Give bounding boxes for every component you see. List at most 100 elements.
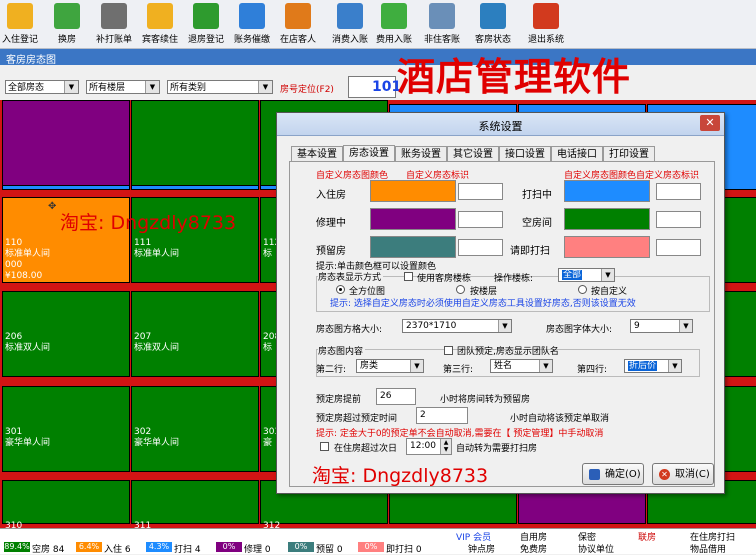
toolbar-button-label: 换房 bbox=[57, 35, 76, 45]
room-state-select[interactable]: 全部房态 ▼ bbox=[5, 80, 79, 94]
status-count: 修理 0 bbox=[244, 545, 271, 555]
room-tile[interactable]: 311 bbox=[131, 480, 259, 531]
full-view-radio[interactable] bbox=[336, 285, 345, 294]
font-size-select[interactable]: 9 ▼ bbox=[630, 319, 693, 333]
toolbar-button-2[interactable]: 补打账单 bbox=[92, 2, 136, 46]
by-custom-radio[interactable] bbox=[578, 285, 587, 294]
locate-label: 房号定位(F2) bbox=[280, 85, 334, 95]
category-select[interactable]: 所有类别 ▼ bbox=[167, 80, 273, 94]
checked-in-color-swatch[interactable] bbox=[370, 180, 456, 202]
status-percent: 0% bbox=[216, 542, 242, 552]
status-percent: 0% bbox=[358, 542, 384, 552]
cancel-label: 取消(C) bbox=[675, 469, 710, 480]
reserved-color-swatch[interactable] bbox=[370, 236, 456, 258]
by-floor-radio[interactable] bbox=[456, 285, 465, 294]
next-day-label: 在住房超过次日 bbox=[334, 444, 398, 454]
op-building-select[interactable]: 全部 ▼ bbox=[558, 268, 615, 282]
room-locate-input[interactable]: 101 bbox=[348, 76, 401, 98]
room-tile[interactable]: 301 豪华单人间 bbox=[2, 386, 130, 472]
filter-bar: 全部房态 ▼ 所有楼层 ▼ 所有类别 ▼ 房号定位(F2) 101 bbox=[0, 68, 756, 100]
spin-arrows-icon[interactable]: ▲ ▼ bbox=[440, 439, 451, 454]
advance-hours-input[interactable]: 26 bbox=[376, 388, 416, 405]
checkout-arrow-icon bbox=[193, 3, 219, 29]
status-percent: 89.4% bbox=[4, 542, 30, 552]
room-tile[interactable]: 302 豪华单人间 bbox=[131, 386, 259, 472]
chevron-down-icon[interactable]: ▼ bbox=[539, 360, 552, 372]
overdue-label: 预定房超过预定时间 bbox=[316, 414, 398, 424]
room-tile-text: 111 标准单人间 bbox=[134, 238, 180, 259]
ok-button[interactable]: 确定(O) bbox=[582, 463, 644, 485]
chevron-down-icon[interactable]: ▼ bbox=[258, 81, 272, 93]
overdue-hours-input[interactable]: 2 bbox=[416, 407, 468, 424]
advance-hours-value: 26 bbox=[380, 391, 392, 401]
toolbar-button-5[interactable]: 账务催缴 bbox=[230, 2, 274, 46]
vacant-mark-input[interactable] bbox=[656, 211, 701, 228]
legend-linked: 联房 bbox=[638, 533, 657, 543]
vacant-color-swatch[interactable] bbox=[564, 208, 650, 230]
settings-tab[interactable]: 接口设置 bbox=[499, 146, 551, 162]
toolbar-button-1[interactable]: 换房 bbox=[50, 2, 84, 46]
next-day-checkbox[interactable] bbox=[320, 442, 329, 451]
repair-mark-input[interactable] bbox=[458, 211, 503, 228]
banner-title: 酒店管理软件 bbox=[397, 54, 632, 99]
chevron-down-icon[interactable]: ▼ bbox=[679, 320, 692, 332]
next-day-time-input[interactable]: 12:00 ▲ ▼ bbox=[406, 438, 452, 455]
toolbar-button-label: 费用入账 bbox=[375, 35, 412, 45]
status-count: 即打扫 0 bbox=[386, 545, 422, 555]
toolbar-button-3[interactable]: 宾客续住 bbox=[138, 2, 182, 46]
row2-select[interactable]: 房类 ▼ bbox=[356, 359, 424, 373]
floor-select[interactable]: 所有楼层 ▼ bbox=[86, 80, 160, 94]
cancel-button[interactable]: ✕ 取消(C) bbox=[652, 463, 714, 485]
chevron-down-icon[interactable]: ▼ bbox=[64, 81, 78, 93]
settings-tab[interactable]: 房态设置 bbox=[343, 145, 395, 162]
cleaning-label: 打扫中 bbox=[522, 190, 552, 201]
checked-in-mark-input[interactable] bbox=[458, 183, 503, 200]
cleaning-color-swatch[interactable] bbox=[564, 180, 650, 202]
op-building-value: 全部 bbox=[562, 270, 583, 280]
settings-tab[interactable]: 其它设置 bbox=[447, 146, 499, 162]
system-settings-dialog: 系统设置 ✕ 基本设置 房态设置 账务设置 其它设置 接口设置 电话接口 打印设置 自定义房… bbox=[276, 112, 725, 494]
legend-goods: 物品借用 bbox=[690, 545, 727, 555]
chevron-down-icon[interactable]: ▼ bbox=[601, 269, 614, 281]
toolbar-button-9[interactable]: 非住客账 bbox=[420, 2, 464, 46]
reserved-mark-input[interactable] bbox=[458, 239, 503, 256]
please-clean-mark-input[interactable] bbox=[656, 239, 701, 256]
toolbar-button-4[interactable]: 退房登记 bbox=[184, 2, 228, 46]
group-reserve-checkbox[interactable] bbox=[444, 346, 453, 355]
cleaning-mark-input[interactable] bbox=[656, 183, 701, 200]
room-tile[interactable]: 310 bbox=[2, 480, 130, 531]
dialog-title: 系统设置 bbox=[478, 120, 523, 133]
grid-size-select[interactable]: 2370*1710 ▼ bbox=[402, 319, 512, 333]
house-icon bbox=[337, 3, 363, 29]
row3-select[interactable]: 姓名 ▼ bbox=[490, 359, 553, 373]
toolbar-button-10[interactable]: 客房状态 bbox=[470, 2, 516, 46]
toolbar-button-7[interactable]: 消费入账 bbox=[330, 2, 370, 46]
settings-tab[interactable]: 电话接口 bbox=[551, 146, 603, 162]
next-day-time-value: 12:00 bbox=[410, 441, 436, 451]
room-tile[interactable] bbox=[131, 100, 259, 186]
toolbar-button-6[interactable]: 在店客人 bbox=[276, 2, 320, 46]
use-building-checkbox[interactable] bbox=[404, 272, 413, 281]
chevron-down-icon[interactable]: ▼ bbox=[410, 360, 423, 372]
settings-tab[interactable]: 账务设置 bbox=[395, 146, 447, 162]
floor-value: 所有楼层 bbox=[89, 83, 126, 93]
chevron-down-icon[interactable]: ▼ bbox=[498, 320, 511, 332]
next-day-suffix: 自动转为需要打扫房 bbox=[456, 444, 538, 454]
room-tile[interactable] bbox=[2, 100, 130, 186]
room-tile[interactable]: 206 标准双人间 bbox=[2, 291, 130, 377]
settings-tab[interactable]: 打印设置 bbox=[603, 146, 655, 162]
room-tile[interactable]: 207 标准双人间 bbox=[131, 291, 259, 377]
toolbar-button-11[interactable]: 退出系统 bbox=[524, 2, 568, 46]
row3-label: 第三行: bbox=[443, 365, 474, 375]
guests-icon bbox=[285, 3, 311, 29]
settings-tab[interactable]: 基本设置 bbox=[291, 146, 343, 162]
repair-color-swatch[interactable] bbox=[370, 208, 456, 230]
toolbar-button-0[interactable]: 入住登记 bbox=[0, 2, 40, 46]
chevron-down-icon[interactable]: ▼ bbox=[668, 360, 681, 372]
exit-icon bbox=[533, 3, 559, 29]
toolbar-button-8[interactable]: 费用入账 bbox=[374, 2, 414, 46]
please-clean-color-swatch[interactable] bbox=[564, 236, 650, 258]
chevron-down-icon[interactable]: ▼ bbox=[145, 81, 159, 93]
close-icon[interactable]: ✕ bbox=[700, 115, 720, 131]
row4-select[interactable]: 折后价 ▼ bbox=[624, 359, 682, 373]
